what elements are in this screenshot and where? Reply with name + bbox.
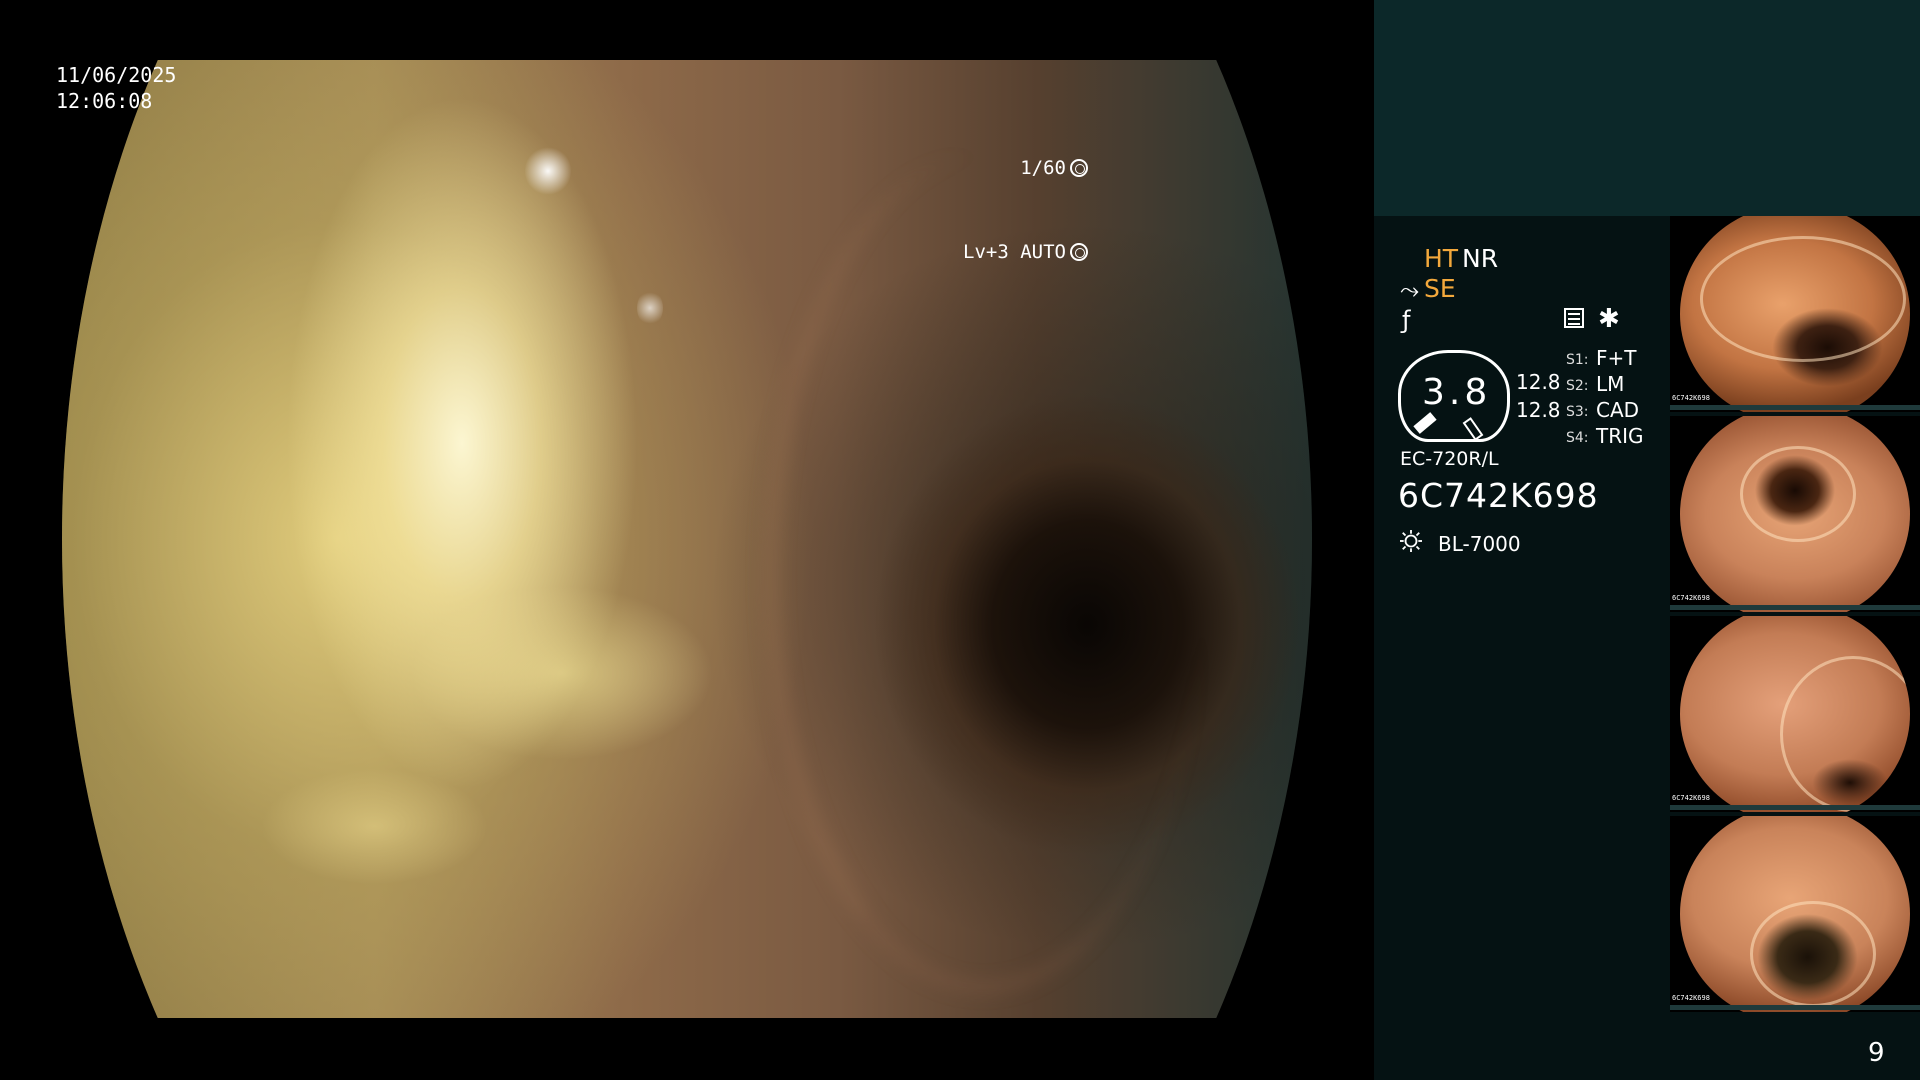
thumbnail-image <box>1680 816 1910 1012</box>
thumbnail-bar <box>1670 405 1920 410</box>
switch-value: F+T <box>1596 346 1637 370</box>
mucosal-fold <box>1750 901 1876 1007</box>
mucosal-fold <box>1780 656 1910 812</box>
star-icon: ✱ <box>1598 304 1620 334</box>
scope-model: EC-720R/L <box>1400 448 1499 470</box>
thumbnail-serial: 6C742K698 <box>1672 994 1710 1002</box>
thumbnail-serial: 6C742K698 <box>1672 794 1710 802</box>
thumbnail-serial: 6C742K698 <box>1672 594 1710 602</box>
light-bulb-icon <box>1400 530 1422 552</box>
thumbnail-image <box>1680 216 1910 412</box>
endoscope-view <box>62 60 1312 1018</box>
switch-label: S4: <box>1566 430 1589 446</box>
thumbnail-bar <box>1670 805 1920 810</box>
mucosal-fold <box>1740 446 1856 542</box>
exposure-readout: 1/60 Lv+3 AUTO <box>963 98 1088 294</box>
mucosal-fold <box>1700 236 1906 362</box>
switch-label: S3: <box>1566 404 1589 420</box>
switch-value: CAD <box>1596 398 1640 422</box>
shutter-speed: 1/60 <box>1020 157 1066 179</box>
capture-thumbnail[interactable]: 6C742K698 <box>1670 616 1920 812</box>
light-source: BL-7000 <box>1438 532 1521 556</box>
datetime-display: 11/06/2025 12:06:08 <box>56 62 176 114</box>
page-number: 9 <box>1868 1038 1885 1068</box>
switch-value: TRIG <box>1596 424 1644 448</box>
time-text: 12:06:08 <box>56 89 153 113</box>
switch-value: LM <box>1596 372 1625 396</box>
se-indicator: SE <box>1424 274 1456 303</box>
nr-indicator: NR <box>1462 244 1499 273</box>
thumbnail-bar <box>1670 605 1920 610</box>
auto-iris-icon <box>1070 243 1088 261</box>
enhance-icon: ⤳ <box>1400 276 1420 304</box>
switch-label: S2: <box>1566 378 1589 394</box>
switch-label: S1: <box>1566 352 1589 368</box>
readout-value-1: 12.8 <box>1516 370 1561 394</box>
thumbnail-image <box>1680 416 1910 612</box>
capture-thumbnail[interactable]: 6C742K698 <box>1670 816 1920 1012</box>
f-icon: ƒ <box>1402 306 1411 334</box>
thumbnail-bar <box>1670 1005 1920 1010</box>
gauge-value: 3.8 <box>1422 372 1492 413</box>
capture-thumbnail[interactable]: 6C742K698 <box>1670 416 1920 612</box>
readout-value-2: 12.8 <box>1516 398 1561 422</box>
capture-thumbnail[interactable]: 6C742K698 <box>1670 216 1920 412</box>
specular-highlight <box>524 146 571 197</box>
menu-icon <box>1564 308 1584 328</box>
ht-indicator: HT <box>1424 244 1459 273</box>
panel-header <box>1374 0 1920 216</box>
date-text: 11/06/2025 <box>56 63 177 87</box>
scope-serial: 6C742K698 <box>1398 476 1599 515</box>
thumbnail-image <box>1680 616 1910 812</box>
thumbnail-serial: 6C742K698 <box>1672 394 1710 402</box>
specular-highlight <box>637 289 663 326</box>
brightness-level: Lv+3 AUTO <box>963 241 1066 263</box>
shutter-icon <box>1070 159 1088 177</box>
